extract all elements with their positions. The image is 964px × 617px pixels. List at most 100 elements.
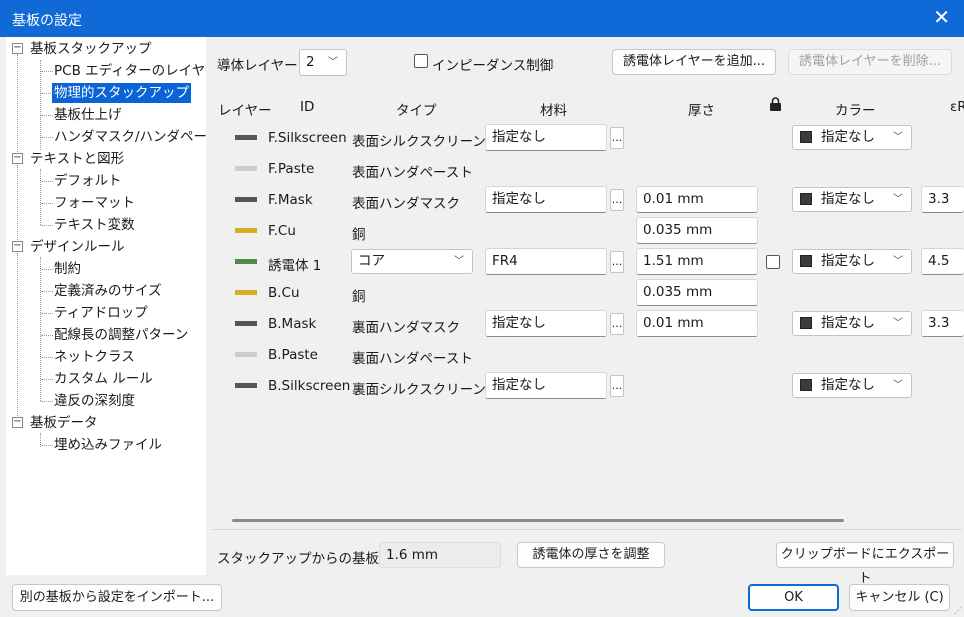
layer-swatch <box>235 228 257 233</box>
tree-item-board-finish[interactable]: 基板仕上げ <box>54 105 122 125</box>
layer-id: B.Cu <box>268 285 300 301</box>
tree-item-net-classes[interactable]: ネットクラス <box>54 347 135 367</box>
color-value: 指定なし <box>821 315 875 331</box>
tree-item-custom-rules[interactable]: カスタム ルール <box>54 369 153 389</box>
ok-button[interactable]: OK <box>748 584 839 611</box>
tree-collapse-icon[interactable]: − <box>12 43 23 54</box>
color-select[interactable]: 指定なし ﹀ <box>792 125 912 150</box>
tree-item-board-stackup[interactable]: 基板スタックアップ <box>30 39 152 59</box>
impedance-checkbox[interactable] <box>414 54 428 68</box>
tree-line <box>41 313 53 314</box>
thickness-field[interactable]: 0.01 mm <box>636 186 758 213</box>
tree-item-design-rules[interactable]: デザインルール <box>30 237 125 257</box>
tree-item-constraints[interactable]: 制約 <box>54 259 81 279</box>
scrollbar-thumb[interactable] <box>232 519 844 522</box>
column-header-id: ID <box>300 99 315 115</box>
layer-id: B.Mask <box>268 316 317 332</box>
thickness-field[interactable]: 1.51 mm <box>636 248 758 275</box>
column-header-material: 材料 <box>540 103 567 119</box>
tree-collapse-icon[interactable]: − <box>12 241 23 252</box>
tree-item-text-graphics[interactable]: テキストと図形 <box>30 149 124 169</box>
divider <box>212 529 962 530</box>
color-swatch <box>800 255 812 267</box>
add-dielectric-button[interactable]: 誘電体レイヤーを追加... <box>612 49 776 75</box>
resize-grip-icon[interactable]: ⋰ <box>954 607 962 615</box>
tree-item-embedded-files[interactable]: 埋め込みファイル <box>54 435 162 455</box>
layer-type: 裏面ハンダマスク <box>352 320 460 336</box>
tree-item-defaults[interactable]: デフォルト <box>54 171 122 191</box>
import-settings-button[interactable]: 別の基板から設定をインポート... <box>12 584 222 611</box>
remove-dielectric-button[interactable]: 誘電体レイヤーを削除... <box>788 49 952 75</box>
dielectric-type-select[interactable]: コア ﹀ <box>351 249 473 274</box>
column-header-type: タイプ <box>396 103 437 119</box>
tree-item-text-variables[interactable]: テキスト変数 <box>54 215 135 235</box>
tree-item-length-tuning[interactable]: 配線長の調整パターン <box>54 325 188 345</box>
color-value: 指定なし <box>821 191 875 207</box>
material-field[interactable]: FR4 <box>485 248 607 275</box>
tree-item-pcb-layers[interactable]: PCB エディターのレイヤー <box>54 61 206 81</box>
material-browse-button[interactable]: ... <box>610 251 624 273</box>
tree-line <box>41 203 53 204</box>
tree-line <box>41 181 53 182</box>
export-clipboard-button[interactable]: クリップボードにエクスポート <box>776 542 954 586</box>
layer-id: F.Paste <box>268 161 315 177</box>
tree-line <box>41 269 53 270</box>
layer-swatch <box>235 383 257 388</box>
conductor-layers-label: 導体レイヤー: <box>217 58 303 74</box>
material-browse-button[interactable]: ... <box>610 189 624 211</box>
conductor-layers-value: 2 <box>306 54 315 70</box>
tree-item-teardrops[interactable]: ティアドロップ <box>54 303 148 323</box>
close-icon[interactable]: ✕ <box>933 7 950 27</box>
material-field[interactable]: 指定なし <box>485 310 607 337</box>
settings-tree: − 基板スタックアップ PCB エディターのレイヤー 物理的スタックアップ 基板… <box>6 37 206 575</box>
tree-line <box>41 445 53 446</box>
thickness-lock-checkbox[interactable] <box>766 255 780 269</box>
layer-swatch <box>235 197 257 202</box>
color-value: 指定なし <box>821 253 875 269</box>
chevron-down-icon: ﹀ <box>893 194 903 205</box>
tree-item-violation-severity[interactable]: 違反の深刻度 <box>54 391 135 411</box>
color-select[interactable]: 指定なし ﹀ <box>792 311 912 336</box>
layer-type: 銅 <box>352 289 366 305</box>
tree-line <box>41 291 53 292</box>
tree-item-predefined-sizes[interactable]: 定義済みのサイズ <box>54 281 162 301</box>
material-field[interactable]: 指定なし <box>485 124 607 151</box>
horizontal-scrollbar[interactable] <box>214 511 964 523</box>
tree-collapse-icon[interactable]: − <box>12 417 23 428</box>
cancel-button[interactable]: キャンセル (C) <box>849 584 950 611</box>
layer-swatch <box>235 352 257 357</box>
material-browse-button[interactable]: ... <box>610 375 624 397</box>
thickness-field[interactable]: 0.035 mm <box>636 279 758 306</box>
tree-line <box>41 71 53 72</box>
tree-item-mask-paste[interactable]: ハンダマスク/ハンダペースト <box>54 127 206 147</box>
layer-id: 誘電体 1 <box>268 258 322 274</box>
layer-swatch <box>235 135 257 140</box>
layer-type: 表面ハンダマスク <box>352 196 460 212</box>
er-field[interactable]: 4.5 <box>921 248 964 275</box>
lock-icon <box>769 97 782 116</box>
color-select[interactable]: 指定なし ﹀ <box>792 187 912 212</box>
thickness-field[interactable]: 0.035 mm <box>636 217 758 244</box>
er-field[interactable]: 3.3 <box>921 310 964 337</box>
tree-item-board-data[interactable]: 基板データ <box>30 413 98 433</box>
layer-type: 銅 <box>352 227 366 243</box>
adjust-dielectric-button[interactable]: 誘電体の厚さを調整 <box>517 542 665 568</box>
material-browse-button[interactable]: ... <box>610 127 624 149</box>
color-select[interactable]: 指定なし ﹀ <box>792 373 912 398</box>
tree-line <box>41 115 53 116</box>
conductor-layers-select[interactable]: 2 ﹀ <box>299 49 347 76</box>
material-field[interactable]: 指定なし <box>485 186 607 213</box>
column-header-color: カラー <box>835 103 876 119</box>
thickness-field[interactable]: 0.01 mm <box>636 310 758 337</box>
tree-item-physical-stackup[interactable]: 物理的スタックアップ <box>52 83 191 103</box>
tree-collapse-icon[interactable]: − <box>12 153 23 164</box>
material-field[interactable]: 指定なし <box>485 372 607 399</box>
layer-id: F.Silkscreen <box>268 130 347 146</box>
layer-type: 裏面ハンダペースト <box>352 351 473 367</box>
er-field[interactable]: 3.3 <box>921 186 964 213</box>
material-browse-button[interactable]: ... <box>610 313 624 335</box>
color-select[interactable]: 指定なし ﹀ <box>792 249 912 274</box>
color-swatch <box>800 193 812 205</box>
chevron-down-icon: ﹀ <box>328 57 338 68</box>
tree-item-formatting[interactable]: フォーマット <box>54 193 135 213</box>
